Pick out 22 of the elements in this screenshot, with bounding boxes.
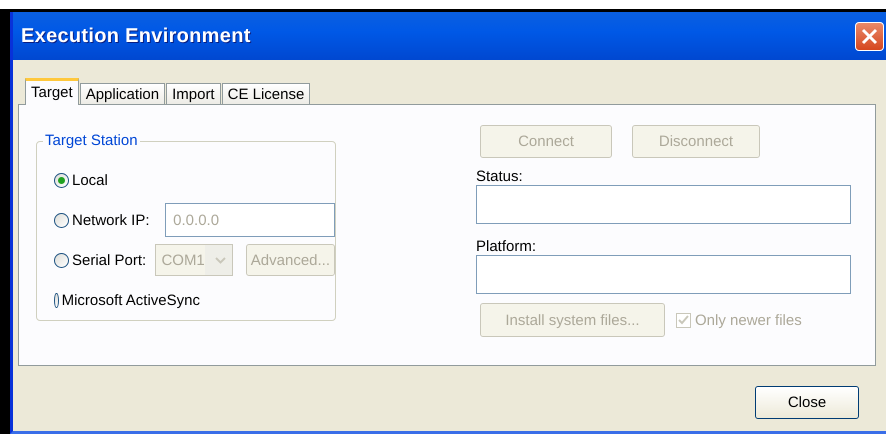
radio-label[interactable]: Serial Port: (72, 252, 146, 268)
window-title: Execution Environment (21, 24, 251, 48)
radio-button[interactable] (54, 252, 69, 268)
text-field[interactable] (476, 185, 851, 224)
radio-label[interactable]: Network IP: (72, 212, 150, 228)
field-label: Status: (476, 168, 524, 185)
group-title: Target Station (43, 132, 140, 149)
tab[interactable]: Import (166, 83, 221, 104)
radio-label[interactable]: Microsoft ActiveSync (62, 292, 200, 308)
tab[interactable]: Target (25, 78, 79, 105)
close-dialog-button[interactable]: Close (755, 386, 859, 419)
tab[interactable]: CE License (222, 83, 310, 104)
radio-button[interactable] (54, 212, 69, 228)
field-label: Platform: (476, 238, 538, 255)
close-icon (861, 28, 878, 44)
chevron-down-icon (215, 256, 226, 264)
tab[interactable]: Application (80, 83, 166, 104)
radio-label[interactable]: Local (72, 172, 108, 188)
close-button[interactable] (855, 22, 884, 50)
radio-button[interactable] (54, 292, 59, 308)
text-field[interactable] (476, 255, 851, 294)
radio-button[interactable] (54, 172, 69, 188)
